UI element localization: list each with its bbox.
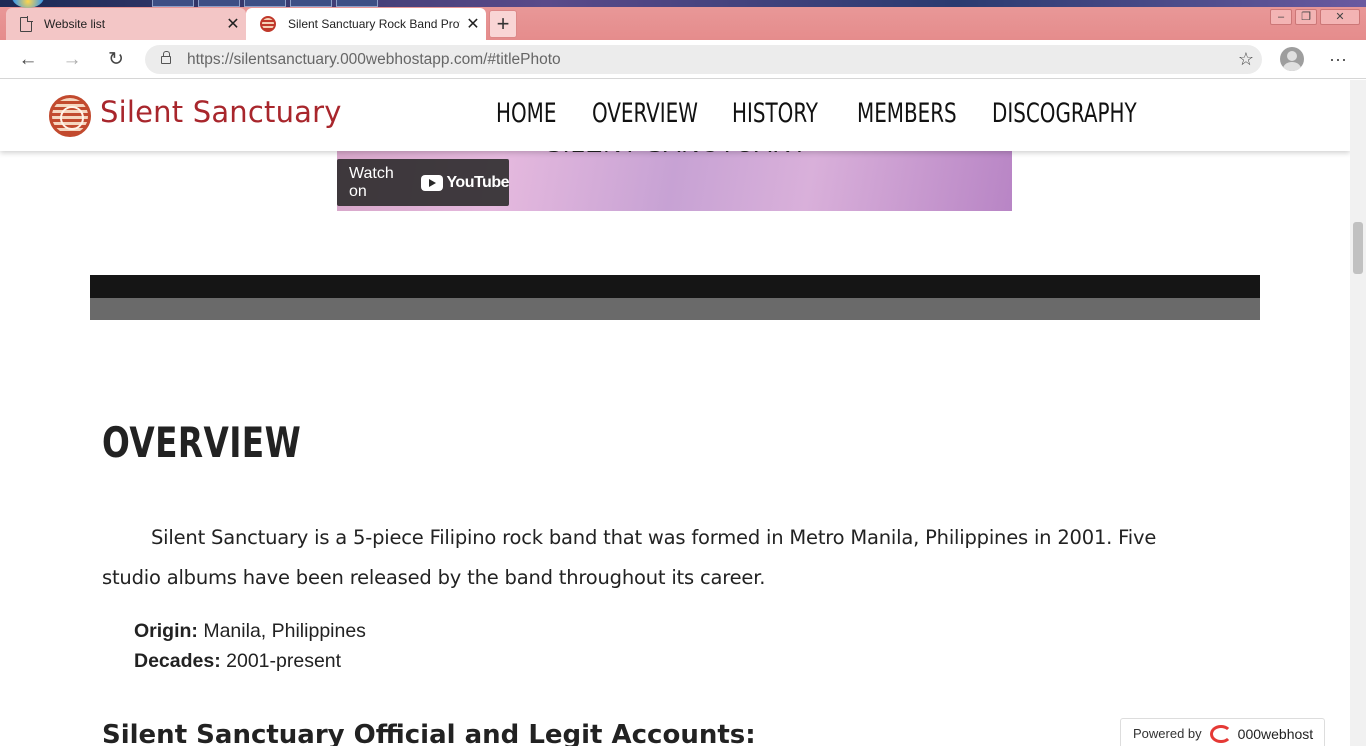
back-icon[interactable]: ← <box>14 46 42 74</box>
address-bar[interactable]: https://silentsanctuary.000webhostapp.co… <box>145 45 1262 74</box>
os-taskbar <box>0 0 1366 7</box>
taskbar-button[interactable] <box>152 0 194 7</box>
tab-strip: Website list ✕ Silent Sanctuary Rock Ban… <box>0 0 1366 40</box>
favorite-star-icon[interactable]: ☆ <box>1238 49 1254 70</box>
overview-paragraph: Silent Sanctuary is a 5-piece Filipino r… <box>102 526 1157 589</box>
origin-label: Origin: <box>134 620 198 642</box>
origin-row: Origin: Manila, Philippines <box>134 616 366 646</box>
main-nav: HOME OVERVIEW HISTORY MEMBERS DISCOGRAPH… <box>496 98 1137 129</box>
band-facts: Origin: Manila, Philippines Decades: 200… <box>134 616 366 676</box>
restore-button[interactable]: ❐ <box>1295 9 1317 25</box>
origin-value: Manila, Philippines <box>203 620 366 642</box>
profile-avatar-icon[interactable] <box>1280 47 1304 71</box>
reload-icon[interactable]: ↻ <box>102 46 130 74</box>
watch-on-youtube-button[interactable]: Watch on YouTube <box>337 159 509 206</box>
tab-website-list[interactable]: Website list ✕ <box>6 8 246 40</box>
decades-label: Decades: <box>134 650 221 672</box>
nav-history[interactable]: HISTORY <box>732 98 818 129</box>
new-tab-button[interactable]: + <box>489 10 517 38</box>
forward-icon[interactable]: → <box>58 46 86 74</box>
more-menu-icon[interactable]: ··· <box>1326 46 1350 74</box>
watch-on-label: Watch on <box>349 164 394 200</box>
divider-grey-band <box>90 298 1260 320</box>
nav-discography[interactable]: DISCOGRAPHY <box>992 98 1137 129</box>
site-favicon-icon <box>260 16 276 32</box>
taskbar-button[interactable] <box>336 0 378 7</box>
taskbar-button[interactable] <box>198 0 240 7</box>
youtube-play-icon <box>421 174 444 191</box>
youtube-wordmark: YouTube <box>446 173 509 191</box>
site-header: Silent Sanctuary HOME OVERVIEW HISTORY M… <box>0 80 1350 151</box>
webhost-logo-icon <box>1209 724 1232 743</box>
browser-toolbar: ← → ↻ https://silentsanctuary.000webhost… <box>0 40 1366 79</box>
nav-overview[interactable]: OVERVIEW <box>592 98 698 129</box>
decades-row: Decades: 2001-present <box>134 646 366 676</box>
band-logo-icon[interactable] <box>49 95 91 137</box>
powered-by-label: Powered by <box>1133 726 1202 741</box>
tab-silent-sanctuary[interactable]: Silent Sanctuary Rock Band Profi ✕ <box>246 8 486 40</box>
taskbar-button[interactable] <box>290 0 332 7</box>
webhost-brand: 000webhost <box>1237 725 1314 742</box>
tab-close-icon[interactable]: ✕ <box>220 14 246 34</box>
close-window-button[interactable]: ✕ <box>1320 9 1360 25</box>
accounts-heading: Silent Sanctuary Official and Legit Acco… <box>102 720 756 746</box>
minimize-button[interactable]: – <box>1270 9 1292 25</box>
nav-members[interactable]: MEMBERS <box>857 98 957 129</box>
tab-close-icon[interactable]: ✕ <box>460 14 486 34</box>
page-icon <box>20 16 33 32</box>
page-scrollbar[interactable] <box>1350 80 1366 746</box>
lock-icon[interactable] <box>161 50 171 64</box>
url-text[interactable]: https://silentsanctuary.000webhostapp.co… <box>187 51 561 69</box>
divider-dark-band <box>90 275 1260 298</box>
overview-heading: OVERVIEW <box>102 418 302 467</box>
taskbar-button[interactable] <box>244 0 286 7</box>
page-viewport: Silent Sanctuary HOME OVERVIEW HISTORY M… <box>0 80 1350 746</box>
site-logo-text[interactable]: Silent Sanctuary <box>100 95 342 129</box>
decades-value: 2001-present <box>226 650 342 672</box>
youtube-logo: YouTube <box>421 174 509 192</box>
powered-by-badge[interactable]: Powered by 000webhost <box>1120 718 1325 746</box>
tab-title: Website list <box>44 17 106 31</box>
tab-title: Silent Sanctuary Rock Band Profi <box>288 17 460 31</box>
nav-home[interactable]: HOME <box>496 98 556 129</box>
scrollbar-thumb[interactable] <box>1353 222 1363 274</box>
